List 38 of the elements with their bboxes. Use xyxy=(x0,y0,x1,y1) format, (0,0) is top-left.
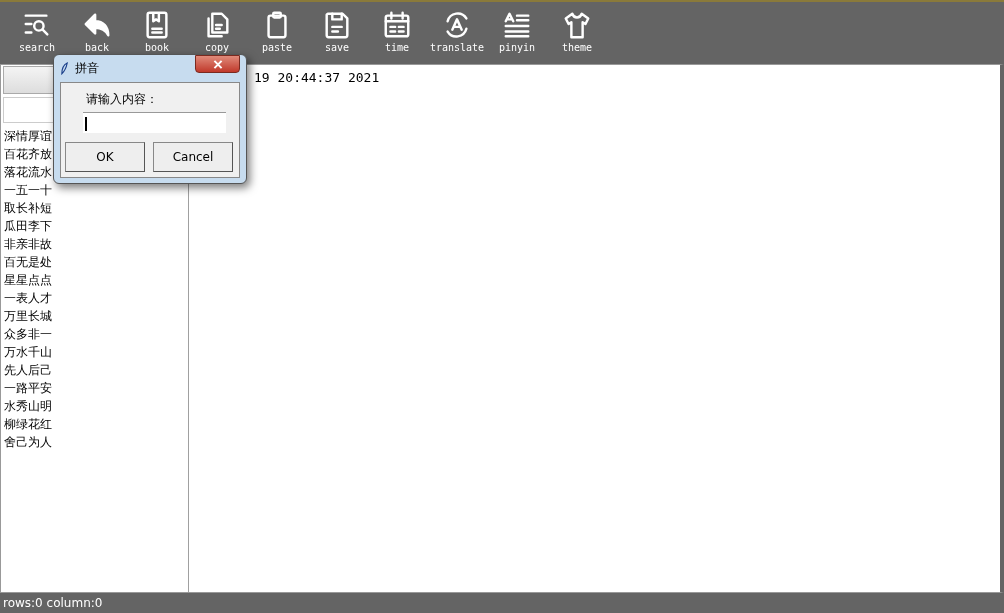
word-item[interactable]: 万里长城 xyxy=(1,307,188,325)
pinyin-button[interactable]: pinyin xyxy=(487,2,547,64)
status-text: rows:0 column:0 xyxy=(3,596,103,610)
word-item[interactable]: 星星点点 xyxy=(1,271,188,289)
word-item[interactable]: 众多非一 xyxy=(1,325,188,343)
copy-button[interactable]: copy xyxy=(187,2,247,64)
save-icon xyxy=(322,10,352,40)
word-item[interactable]: 柳绿花红 xyxy=(1,415,188,433)
word-item[interactable]: 取长补短 xyxy=(1,199,188,217)
close-button[interactable] xyxy=(195,55,240,73)
time-button[interactable]: time xyxy=(367,2,427,64)
input-field[interactable] xyxy=(83,112,226,133)
book-button[interactable]: book xyxy=(127,2,187,64)
save-button[interactable]: save xyxy=(307,2,367,64)
ok-button[interactable]: OK xyxy=(65,142,145,172)
word-item[interactable]: 一五一十 xyxy=(1,181,188,199)
feather-icon xyxy=(60,62,69,75)
word-item[interactable]: 一路平安 xyxy=(1,379,188,397)
editor-text: 19 20:44:37 2021 xyxy=(254,70,380,85)
paste-button[interactable]: paste xyxy=(247,2,307,64)
word-item[interactable]: 一表人才 xyxy=(1,289,188,307)
word-item[interactable]: 非亲非故 xyxy=(1,235,188,253)
pinyin-icon xyxy=(502,10,532,40)
close-icon xyxy=(212,59,223,69)
word-item[interactable]: 先人后己 xyxy=(1,361,188,379)
search-button[interactable]: search xyxy=(7,2,67,64)
cancel-button[interactable]: Cancel xyxy=(153,142,233,172)
theme-button[interactable]: theme xyxy=(547,2,607,64)
prompt-label: 请输入内容： xyxy=(86,91,159,108)
theme-icon xyxy=(562,10,592,40)
time-icon xyxy=(382,10,412,40)
dialog-title: 拼音 xyxy=(75,60,99,77)
word-item[interactable]: 瓜田李下 xyxy=(1,217,188,235)
word-item[interactable]: 水秀山明 xyxy=(1,397,188,415)
word-item[interactable]: 百无是处 xyxy=(1,253,188,271)
translate-button[interactable]: translate xyxy=(427,2,487,64)
word-item[interactable]: 舍己为人 xyxy=(1,433,188,451)
word-item[interactable]: 万水千山 xyxy=(1,343,188,361)
